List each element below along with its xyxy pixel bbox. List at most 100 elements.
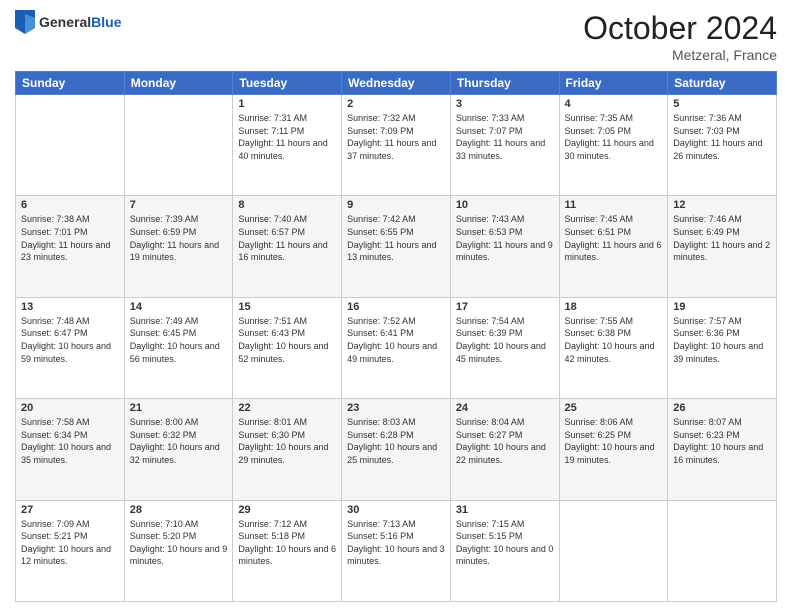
calendar-cell: 1 Sunrise: 7:31 AM Sunset: 7:11 PM Daylig… <box>233 95 342 196</box>
day-info: Sunrise: 7:09 AM Sunset: 5:21 PM Dayligh… <box>21 518 119 568</box>
page: GeneralBlue October 2024 Metzeral, Franc… <box>0 0 792 612</box>
day-info: Sunrise: 8:00 AM Sunset: 6:32 PM Dayligh… <box>130 416 228 466</box>
day-info: Sunrise: 7:39 AM Sunset: 6:59 PM Dayligh… <box>130 213 228 263</box>
day-info: Sunrise: 8:06 AM Sunset: 6:25 PM Dayligh… <box>565 416 663 466</box>
day-info: Sunrise: 7:42 AM Sunset: 6:55 PM Dayligh… <box>347 213 445 263</box>
day-number: 2 <box>347 98 445 110</box>
day-info: Sunrise: 7:49 AM Sunset: 6:45 PM Dayligh… <box>130 315 228 365</box>
day-number: 20 <box>21 402 119 414</box>
day-info: Sunrise: 7:55 AM Sunset: 6:38 PM Dayligh… <box>565 315 663 365</box>
logo-blue: Blue <box>91 14 121 30</box>
calendar-cell: 24 Sunrise: 8:04 AM Sunset: 6:27 PM Dayli… <box>450 399 559 500</box>
day-info: Sunrise: 7:13 AM Sunset: 5:16 PM Dayligh… <box>347 518 445 568</box>
day-info: Sunrise: 7:54 AM Sunset: 6:39 PM Dayligh… <box>456 315 554 365</box>
day-info: Sunrise: 8:01 AM Sunset: 6:30 PM Dayligh… <box>238 416 336 466</box>
day-info: Sunrise: 7:15 AM Sunset: 5:15 PM Dayligh… <box>456 518 554 568</box>
day-number: 11 <box>565 199 663 211</box>
day-number: 29 <box>238 504 336 516</box>
day-number: 27 <box>21 504 119 516</box>
day-number: 12 <box>673 199 771 211</box>
calendar-cell: 26Sunrise: 8:07 AM Sunset: 6:23 PM Dayli… <box>668 399 777 500</box>
day-number: 17 <box>456 301 554 313</box>
calendar-cell: 8 Sunrise: 7:40 AM Sunset: 6:57 PM Daylig… <box>233 196 342 297</box>
calendar-cell: 22 Sunrise: 8:01 AM Sunset: 6:30 PM Dayli… <box>233 399 342 500</box>
calendar-table: Sunday Monday Tuesday Wednesday Thursday… <box>15 71 777 602</box>
calendar-cell: 2 Sunrise: 7:32 AM Sunset: 7:09 PM Daylig… <box>342 95 451 196</box>
calendar-cell <box>668 500 777 601</box>
day-number: 28 <box>130 504 228 516</box>
calendar-cell: 29 Sunrise: 7:12 AM Sunset: 5:18 PM Dayli… <box>233 500 342 601</box>
calendar-cell: 14 Sunrise: 7:49 AM Sunset: 6:45 PM Dayli… <box>124 297 233 398</box>
col-monday: Monday <box>124 72 233 95</box>
week-row-0: 1 Sunrise: 7:31 AM Sunset: 7:11 PM Daylig… <box>16 95 777 196</box>
day-info: Sunrise: 7:48 AM Sunset: 6:47 PM Dayligh… <box>21 315 119 365</box>
day-info: Sunrise: 7:32 AM Sunset: 7:09 PM Dayligh… <box>347 112 445 162</box>
day-number: 5 <box>673 98 771 110</box>
day-info: Sunrise: 7:31 AM Sunset: 7:11 PM Dayligh… <box>238 112 336 162</box>
day-info: Sunrise: 7:46 AM Sunset: 6:49 PM Dayligh… <box>673 213 771 263</box>
week-row-3: 20 Sunrise: 7:58 AM Sunset: 6:34 PM Dayli… <box>16 399 777 500</box>
day-number: 19 <box>673 301 771 313</box>
calendar-cell: 16 Sunrise: 7:52 AM Sunset: 6:41 PM Dayli… <box>342 297 451 398</box>
calendar-cell: 11 Sunrise: 7:45 AM Sunset: 6:51 PM Dayli… <box>559 196 668 297</box>
day-info: Sunrise: 7:38 AM Sunset: 7:01 PM Dayligh… <box>21 213 119 263</box>
day-info: Sunrise: 8:03 AM Sunset: 6:28 PM Dayligh… <box>347 416 445 466</box>
day-number: 15 <box>238 301 336 313</box>
calendar-cell <box>559 500 668 601</box>
day-number: 14 <box>130 301 228 313</box>
calendar-cell: 28Sunrise: 7:10 AM Sunset: 5:20 PM Dayli… <box>124 500 233 601</box>
logo-text: GeneralBlue <box>39 14 121 31</box>
day-number: 6 <box>21 199 119 211</box>
day-info: Sunrise: 7:33 AM Sunset: 7:07 PM Dayligh… <box>456 112 554 162</box>
day-number: 16 <box>347 301 445 313</box>
day-number: 1 <box>238 98 336 110</box>
calendar-cell: 19 Sunrise: 7:57 AM Sunset: 6:36 PM Dayli… <box>668 297 777 398</box>
day-info: Sunrise: 7:45 AM Sunset: 6:51 PM Dayligh… <box>565 213 663 263</box>
day-number: 9 <box>347 199 445 211</box>
calendar-cell: 4 Sunrise: 7:35 AM Sunset: 7:05 PM Daylig… <box>559 95 668 196</box>
day-info: Sunrise: 7:58 AM Sunset: 6:34 PM Dayligh… <box>21 416 119 466</box>
week-row-4: 27 Sunrise: 7:09 AM Sunset: 5:21 PM Dayli… <box>16 500 777 601</box>
day-number: 21 <box>130 402 228 414</box>
calendar-cell: 23 Sunrise: 8:03 AM Sunset: 6:28 PM Dayli… <box>342 399 451 500</box>
day-number: 25 <box>565 402 663 414</box>
day-info: Sunrise: 7:40 AM Sunset: 6:57 PM Dayligh… <box>238 213 336 263</box>
day-info: Sunrise: 7:43 AM Sunset: 6:53 PM Dayligh… <box>456 213 554 263</box>
calendar-cell: 10 Sunrise: 7:43 AM Sunset: 6:53 PM Dayli… <box>450 196 559 297</box>
col-wednesday: Wednesday <box>342 72 451 95</box>
week-row-1: 6 Sunrise: 7:38 AM Sunset: 7:01 PM Daylig… <box>16 196 777 297</box>
day-number: 4 <box>565 98 663 110</box>
calendar-cell: 9 Sunrise: 7:42 AM Sunset: 6:55 PM Daylig… <box>342 196 451 297</box>
day-info: Sunrise: 7:35 AM Sunset: 7:05 PM Dayligh… <box>565 112 663 162</box>
calendar-cell: 21 Sunrise: 8:00 AM Sunset: 6:32 PM Dayli… <box>124 399 233 500</box>
title-block: October 2024 Metzeral, France <box>583 10 777 63</box>
day-info: Sunrise: 7:52 AM Sunset: 6:41 PM Dayligh… <box>347 315 445 365</box>
col-tuesday: Tuesday <box>233 72 342 95</box>
calendar-cell: 15Sunrise: 7:51 AM Sunset: 6:43 PM Dayli… <box>233 297 342 398</box>
calendar-cell: 7Sunrise: 7:39 AM Sunset: 6:59 PM Daylig… <box>124 196 233 297</box>
calendar-cell: 25 Sunrise: 8:06 AM Sunset: 6:25 PM Dayli… <box>559 399 668 500</box>
logo: GeneralBlue <box>15 10 121 34</box>
calendar-cell: 12 Sunrise: 7:46 AM Sunset: 6:49 PM Dayli… <box>668 196 777 297</box>
day-info: Sunrise: 8:04 AM Sunset: 6:27 PM Dayligh… <box>456 416 554 466</box>
day-number: 30 <box>347 504 445 516</box>
header-row: Sunday Monday Tuesday Wednesday Thursday… <box>16 72 777 95</box>
day-info: Sunrise: 7:12 AM Sunset: 5:18 PM Dayligh… <box>238 518 336 568</box>
calendar-cell: 17 Sunrise: 7:54 AM Sunset: 6:39 PM Dayli… <box>450 297 559 398</box>
calendar-cell: 13Sunrise: 7:48 AM Sunset: 6:47 PM Dayli… <box>16 297 125 398</box>
day-number: 24 <box>456 402 554 414</box>
logo-general: General <box>39 14 91 30</box>
day-info: Sunrise: 7:36 AM Sunset: 7:03 PM Dayligh… <box>673 112 771 162</box>
day-number: 23 <box>347 402 445 414</box>
day-number: 8 <box>238 199 336 211</box>
day-number: 22 <box>238 402 336 414</box>
day-number: 10 <box>456 199 554 211</box>
week-row-2: 13Sunrise: 7:48 AM Sunset: 6:47 PM Dayli… <box>16 297 777 398</box>
location: Metzeral, France <box>583 47 777 63</box>
day-info: Sunrise: 7:57 AM Sunset: 6:36 PM Dayligh… <box>673 315 771 365</box>
day-number: 18 <box>565 301 663 313</box>
logo-icon <box>15 10 35 34</box>
month-title: October 2024 <box>583 10 777 47</box>
calendar-cell <box>16 95 125 196</box>
calendar-cell: 3Sunrise: 7:33 AM Sunset: 7:07 PM Daylig… <box>450 95 559 196</box>
